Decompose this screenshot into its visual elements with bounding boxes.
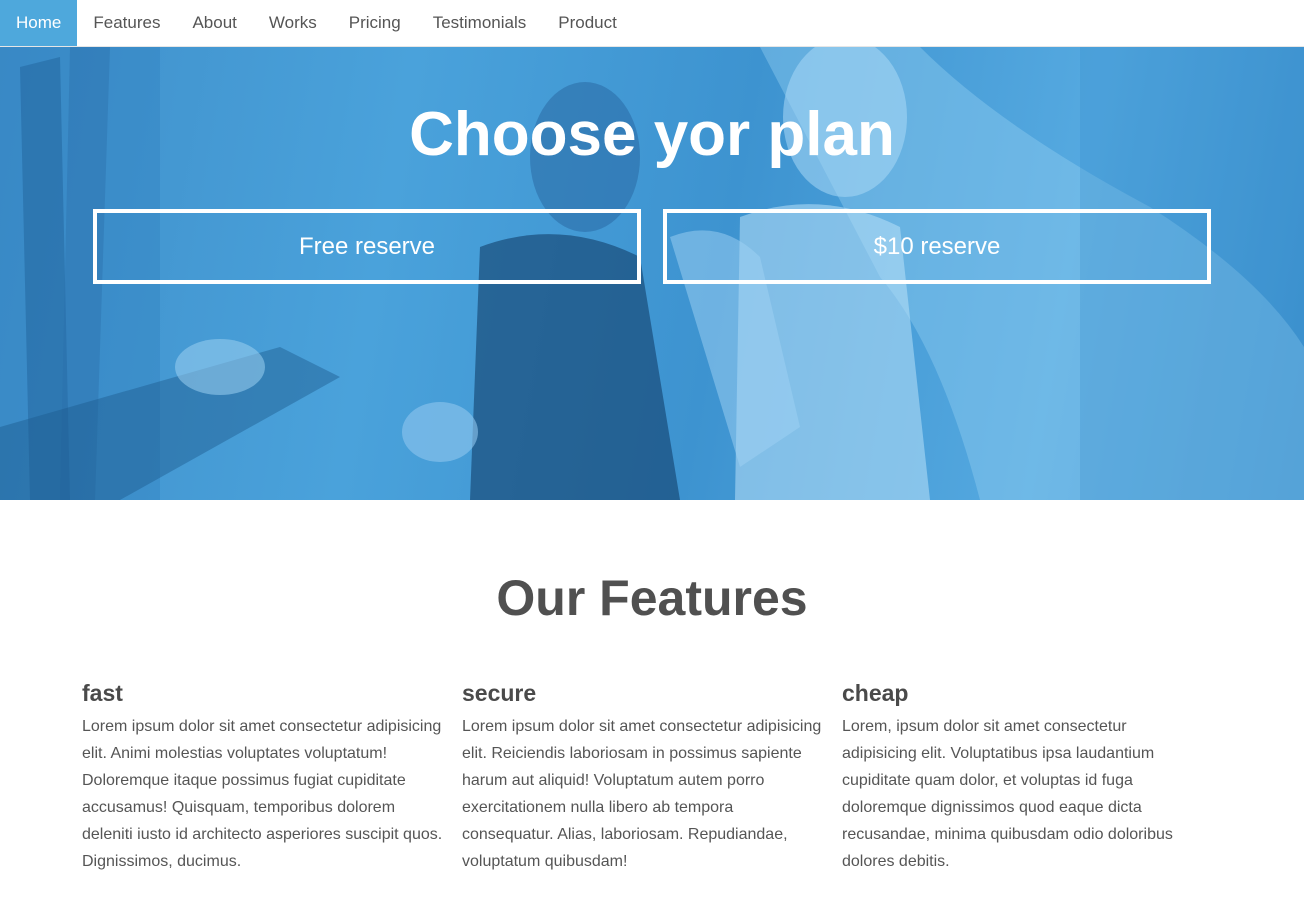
nav-item-features[interactable]: Features [77, 0, 176, 46]
hero-section: Choose yor plan Free reserve $10 reserve [0, 47, 1304, 500]
features-title: Our Features [496, 570, 808, 626]
feature-heading: secure [462, 680, 537, 706]
nav-item-pricing[interactable]: Pricing [333, 0, 417, 46]
nav-item-product[interactable]: Product [542, 0, 633, 46]
feature-text: Lorem ipsum dolor sit amet consectetur a… [462, 718, 822, 870]
feature-text: Lorem, ipsum dolor sit amet consectetur … [842, 718, 1173, 870]
feature-fast: fast Lorem ipsum dolor sit amet consecte… [82, 680, 444, 875]
paid-reserve-button[interactable]: $10 reserve [663, 209, 1211, 284]
top-navbar: Home Features About Works Pricing Testim… [0, 0, 1304, 47]
nav-item-testimonials[interactable]: Testimonials [417, 0, 543, 46]
nav-item-works[interactable]: Works [253, 0, 333, 46]
free-reserve-button[interactable]: Free reserve [93, 209, 641, 284]
feature-heading: cheap [842, 680, 909, 706]
nav-item-about[interactable]: About [176, 0, 252, 46]
feature-text: Lorem ipsum dolor sit amet consectetur a… [82, 718, 443, 870]
feature-secure: secure Lorem ipsum dolor sit amet consec… [462, 680, 824, 875]
hero-title: Choose yor plan [409, 100, 895, 169]
feature-cheap: cheap Lorem, ipsum dolor sit amet consec… [842, 680, 1204, 875]
nav-item-home[interactable]: Home [0, 0, 78, 46]
feature-heading: fast [82, 680, 123, 706]
